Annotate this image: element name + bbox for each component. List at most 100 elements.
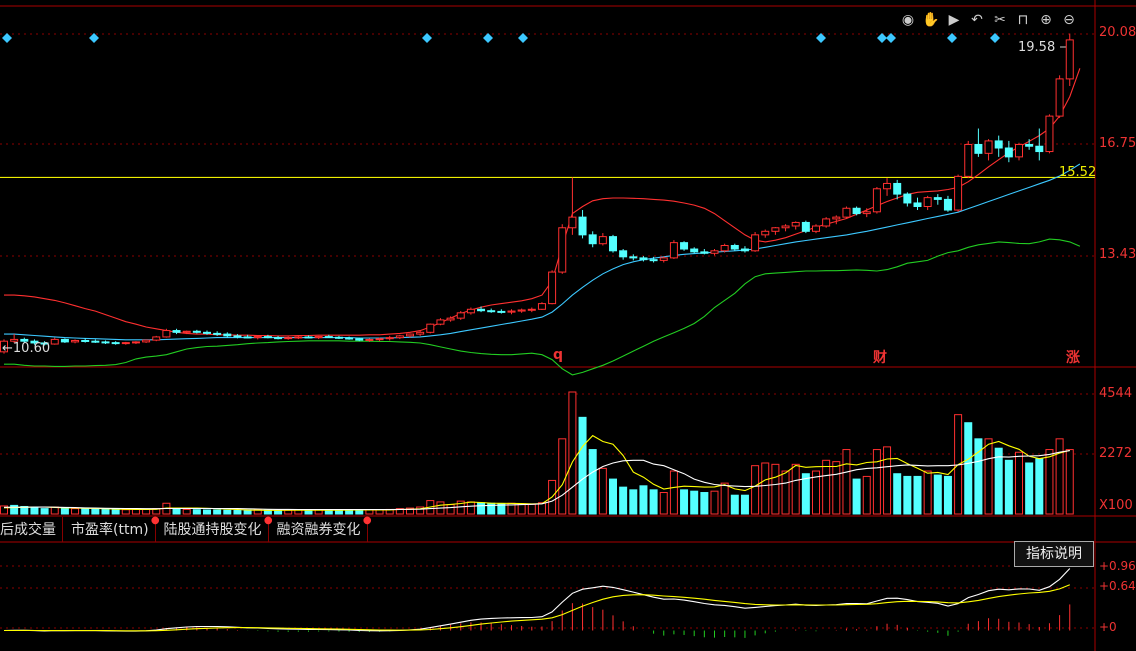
volume-bar[interactable] xyxy=(477,502,486,515)
volume-bar[interactable] xyxy=(81,508,90,515)
candle-body[interactable] xyxy=(893,182,902,195)
candle-body[interactable] xyxy=(812,225,820,232)
volume-bar[interactable] xyxy=(913,475,922,515)
volume-bar[interactable] xyxy=(121,509,130,515)
candle-body[interactable] xyxy=(791,221,800,227)
volume-bar[interactable] xyxy=(842,449,851,515)
candle-body[interactable] xyxy=(162,330,171,338)
volume-bar[interactable] xyxy=(883,446,892,515)
candle-body[interactable] xyxy=(903,193,912,204)
tab-volume[interactable]: 后成交量 xyxy=(0,517,63,542)
candle-body[interactable] xyxy=(213,332,222,335)
volume-bar[interactable] xyxy=(903,475,912,515)
candle-body[interactable] xyxy=(649,259,658,262)
volume-bar[interactable] xyxy=(50,506,59,515)
candle-body[interactable] xyxy=(284,337,293,340)
indicator-help-button[interactable]: 指标说明 xyxy=(1014,541,1094,567)
volume-bar[interactable] xyxy=(710,490,719,515)
candle-body[interactable] xyxy=(192,330,201,333)
candle-body[interactable] xyxy=(314,336,323,339)
candle-body[interactable] xyxy=(954,175,963,211)
candle-body[interactable] xyxy=(152,336,161,341)
candle-body[interactable] xyxy=(974,143,983,154)
candle-body[interactable] xyxy=(801,221,810,232)
candle-body[interactable] xyxy=(203,331,211,334)
zoom-in-icon[interactable]: ⊕ xyxy=(1036,10,1056,30)
event-marker-earnings[interactable]: 财 xyxy=(873,347,887,367)
volume-bar[interactable] xyxy=(111,509,120,515)
candle-body[interactable] xyxy=(537,303,546,310)
candle-body[interactable] xyxy=(253,336,262,339)
candle-body[interactable] xyxy=(700,251,709,254)
candle-body[interactable] xyxy=(832,216,841,220)
candle-body[interactable] xyxy=(964,143,973,177)
candle-body[interactable] xyxy=(781,225,790,229)
zoom-out-icon[interactable]: ⊖ xyxy=(1059,10,1079,30)
volume-bar[interactable] xyxy=(984,438,993,515)
play-icon[interactable]: ▶ xyxy=(944,10,964,30)
volume-bar[interactable] xyxy=(1035,458,1044,515)
candle-body[interactable] xyxy=(629,256,638,259)
volume-bar[interactable] xyxy=(669,470,678,515)
candle-body[interactable] xyxy=(578,216,587,236)
candle-body[interactable] xyxy=(101,341,110,344)
event-diamond-icon[interactable] xyxy=(877,33,887,43)
volume-bar[interactable] xyxy=(720,482,729,515)
volume-bar[interactable] xyxy=(598,467,607,515)
volume-bar[interactable] xyxy=(994,447,1003,515)
candle-body[interactable] xyxy=(558,227,567,273)
volume-bar[interactable] xyxy=(517,503,526,515)
candle-body[interactable] xyxy=(497,310,506,313)
volume-bar[interactable] xyxy=(943,475,952,515)
candle-body[interactable] xyxy=(609,236,617,252)
candle-body[interactable] xyxy=(243,336,252,339)
event-diamond-icon[interactable] xyxy=(518,33,528,43)
candle-body[interactable] xyxy=(121,342,130,345)
eye-icon[interactable]: ◉ xyxy=(898,10,918,30)
candle-body[interactable] xyxy=(131,341,140,344)
candle-body[interactable] xyxy=(588,234,597,245)
candle-body[interactable] xyxy=(923,197,932,207)
volume-bar[interactable] xyxy=(740,494,749,515)
volume-bar[interactable] xyxy=(192,509,201,515)
candle-body[interactable] xyxy=(710,250,719,254)
volume-bar[interactable] xyxy=(629,489,638,515)
candle-body[interactable] xyxy=(984,140,993,154)
volume-bar[interactable] xyxy=(609,478,617,515)
event-diamond-icon[interactable] xyxy=(483,33,493,43)
tab-pe-ratio[interactable]: 市盈率(ttm) ● xyxy=(69,515,160,542)
candle-body[interactable] xyxy=(436,319,445,325)
tab-northbound[interactable]: 陆股通持股变化 ● xyxy=(162,515,273,542)
volume-bar[interactable] xyxy=(1045,449,1054,515)
volume-bar[interactable] xyxy=(172,508,181,515)
candle-body[interactable] xyxy=(669,242,678,259)
candle-body[interactable] xyxy=(872,188,881,213)
volume-bar[interactable] xyxy=(71,508,80,515)
candle-body[interactable] xyxy=(324,336,333,339)
candle-body[interactable] xyxy=(680,242,689,250)
volume-bar[interactable] xyxy=(700,492,709,515)
volume-bar[interactable] xyxy=(30,506,39,515)
volume-bar[interactable] xyxy=(923,470,932,515)
volume-bar[interactable] xyxy=(659,492,668,515)
volume-bar[interactable] xyxy=(751,465,760,515)
undo-icon[interactable]: ↶ xyxy=(967,10,987,30)
candle-body[interactable] xyxy=(1045,115,1054,153)
candle-body[interactable] xyxy=(334,336,343,339)
volume-bar[interactable] xyxy=(822,459,831,515)
candle-body[interactable] xyxy=(862,211,871,215)
tab-margin[interactable]: 融资融券变化 ● xyxy=(275,515,372,542)
candle-body[interactable] xyxy=(446,317,455,321)
candle-body[interactable] xyxy=(598,236,607,245)
candle-body[interactable] xyxy=(294,336,303,339)
candle-body[interactable] xyxy=(751,234,760,252)
candle-body[interactable] xyxy=(71,339,80,343)
candle-body[interactable] xyxy=(517,309,526,312)
candle-body[interactable] xyxy=(943,198,952,211)
candle-body[interactable] xyxy=(507,310,516,313)
candle-body[interactable] xyxy=(568,216,577,229)
volume-bar[interactable] xyxy=(304,509,313,515)
volume-bar[interactable] xyxy=(40,508,49,515)
candle-body[interactable] xyxy=(720,244,729,252)
volume-bar[interactable] xyxy=(243,509,252,515)
